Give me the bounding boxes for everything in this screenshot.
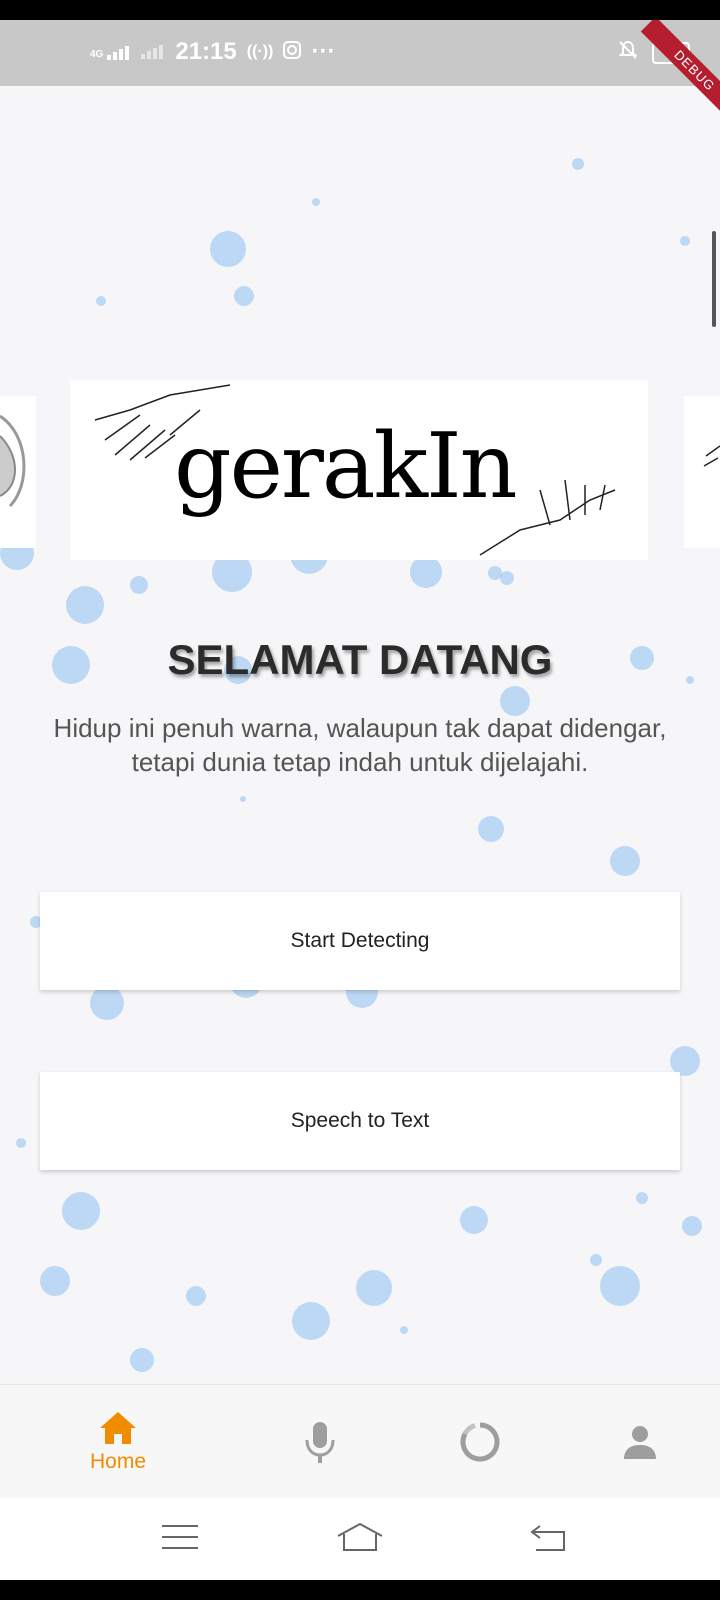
system-menu-button[interactable] — [152, 1512, 208, 1562]
progress-icon — [460, 1422, 500, 1462]
notifications-off-icon — [618, 40, 638, 65]
person-icon — [624, 1426, 656, 1459]
bubble-decoration — [680, 236, 690, 246]
carousel-next-slide[interactable] — [684, 396, 720, 548]
bubble-decoration — [292, 1302, 330, 1340]
bubble-decoration — [460, 1206, 488, 1234]
bubble-decoration — [186, 1286, 206, 1306]
status-bar: 4G 21:15 ((·)) ··· 68 DEBUG — [0, 20, 720, 125]
bubble-decoration — [572, 158, 584, 170]
bubble-decoration — [130, 1348, 154, 1372]
app-screen: 4G 21:15 ((·)) ··· 68 DEBUG — [0, 20, 720, 1580]
nav-item-profile[interactable] — [580, 1385, 700, 1499]
logo-text: gerakIn — [174, 414, 518, 519]
bubble-decoration — [96, 296, 106, 306]
menu-icon — [162, 1525, 198, 1549]
bubble-decoration — [234, 286, 254, 306]
subtitle-line-1: Hidup ini penuh warna, walaupun tak dapa… — [53, 713, 667, 743]
nav-label-home: Home — [89, 1450, 147, 1473]
system-back-button[interactable] — [520, 1512, 576, 1562]
bubble-decoration — [410, 556, 442, 588]
system-nav-bar — [0, 1498, 720, 1580]
bubble-decoration — [90, 986, 124, 1020]
bubble-decoration — [240, 796, 246, 802]
bubble-decoration — [478, 816, 504, 842]
bubble-decoration — [312, 198, 320, 206]
hotspot-icon: ((·)) — [246, 43, 274, 60]
scrollbar[interactable] — [712, 231, 716, 327]
nav-item-speech[interactable] — [260, 1385, 380, 1499]
bubble-decoration — [400, 1326, 408, 1334]
network-type: 4G — [90, 49, 104, 60]
carousel-prev-slide[interactable] — [0, 396, 36, 548]
subtitle-line-2: tetapi dunia tetap indah untuk dijelajah… — [131, 747, 589, 777]
bubble-decoration — [682, 1216, 702, 1236]
back-icon — [530, 1525, 565, 1551]
bottom-nav: Home — [0, 1384, 720, 1499]
status-left: 4G 21:15 ((·)) ··· — [90, 38, 335, 66]
bubble-decoration — [16, 1138, 26, 1148]
instagram-icon — [283, 38, 302, 66]
bubble-decoration — [356, 1270, 392, 1306]
nav-item-progress[interactable] — [420, 1385, 540, 1499]
bubble-decoration — [600, 1266, 640, 1306]
bubble-decoration — [210, 231, 246, 267]
bubble-decoration — [40, 1266, 70, 1296]
signal-2-icon — [141, 38, 165, 66]
start-detecting-button[interactable]: Start Detecting — [40, 892, 680, 990]
clock: 21:15 — [175, 38, 237, 65]
more-icon: ··· — [311, 38, 336, 65]
nav-item-home[interactable]: Home — [58, 1385, 178, 1499]
bubble-decoration — [66, 586, 104, 624]
bubble-decoration — [130, 576, 148, 594]
welcome-subtitle: Hidup ini penuh warna, walaupun tak dapa… — [0, 711, 720, 779]
signal-icon: 4G — [90, 44, 131, 60]
logo-banner[interactable]: gerakIn — [70, 380, 648, 560]
system-home-button[interactable] — [332, 1512, 388, 1562]
speech-to-text-button[interactable]: Speech to Text — [40, 1072, 680, 1170]
bubble-decoration — [62, 1192, 100, 1230]
bubble-decoration — [590, 1254, 602, 1266]
bubble-decoration — [636, 1192, 648, 1204]
home-icon — [100, 1412, 136, 1444]
home-outline-icon — [337, 1522, 383, 1551]
bubble-decoration — [610, 846, 640, 876]
bubble-decoration — [500, 571, 514, 585]
mic-icon — [305, 1422, 335, 1463]
home-content[interactable]: gerakIn SELAMAT DATANG Hidup ini penuh w… — [0, 86, 720, 1386]
welcome-title: SELAMAT DATANG — [167, 636, 553, 683]
